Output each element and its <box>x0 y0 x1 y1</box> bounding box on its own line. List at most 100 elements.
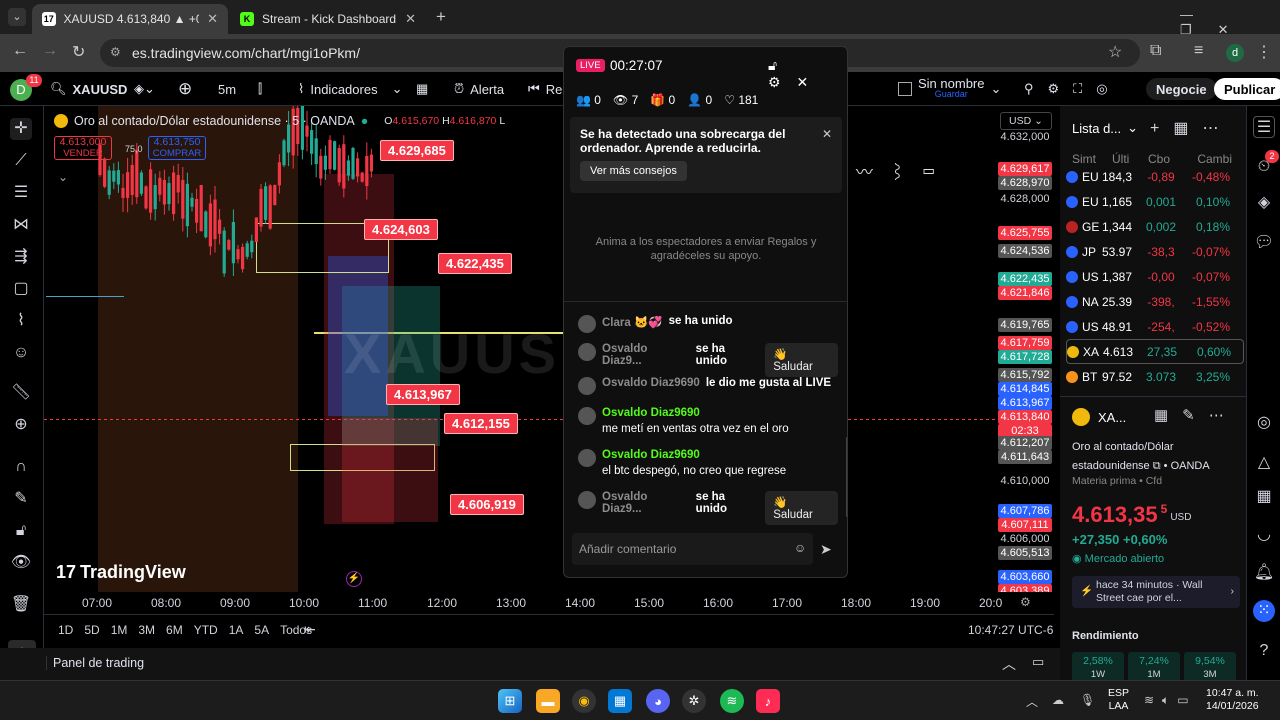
lightning-icon[interactable]: ⚡ <box>346 571 362 587</box>
start-icon[interactable]: ⊞ <box>498 689 522 713</box>
tab-kick[interactable]: K Stream - Kick Dashboard ✕ <box>230 4 426 34</box>
range-1a[interactable]: 1A <box>229 623 244 637</box>
chart-type-icon[interactable]: ⫿ <box>258 78 262 100</box>
media-icon[interactable]: ≡ <box>1194 42 1203 60</box>
chat-icon[interactable]: 💬︎ <box>1253 232 1275 254</box>
ruler-icon[interactable]: 📏︎ <box>10 382 32 404</box>
magnet-icon[interactable]: ∩ <box>10 456 32 478</box>
chat-username[interactable]: Osvaldo Diaz9690 <box>602 407 789 419</box>
apps-grid-icon[interactable]: ⁙ <box>1253 600 1275 622</box>
publish-button[interactable]: Publicar <box>1214 78 1280 100</box>
price-annotation[interactable]: 4.622,435 <box>438 253 512 274</box>
templates-icon[interactable]: ▦ <box>416 78 428 100</box>
close-icon[interactable]: ✕ <box>405 11 416 27</box>
range-ytd[interactable]: YTD <box>194 623 218 637</box>
close-icon[interactable]: ✕ <box>822 127 832 141</box>
chevron-up-icon[interactable]: ︿ <box>1002 654 1016 674</box>
greet-button[interactable]: 👋 Saludar <box>765 491 838 525</box>
watchlist-row[interactable]: EU 1,165 0,001 0,10% <box>1066 189 1244 214</box>
range-1d[interactable]: 1D <box>58 623 73 637</box>
range-1m[interactable]: 1M <box>111 623 128 637</box>
comment-input[interactable]: Añadir comentario ☺ <box>572 533 813 565</box>
tab-search-button[interactable]: ⌄ <box>8 8 26 26</box>
details-actions[interactable]: ▦✎⋯ <box>1154 406 1238 424</box>
greet-button[interactable]: 👋 Saludar <box>765 343 838 377</box>
watchlist-row[interactable]: US 1,387 -0,00 -0,07% <box>1066 264 1244 289</box>
indicators-button[interactable]: ⌇ Indicadores ⌄ <box>298 78 402 100</box>
menu-icon[interactable]: ⋮ <box>1256 42 1272 62</box>
lock-icon[interactable]: 🔓︎ <box>10 520 32 542</box>
file-explorer-icon[interactable]: ▬ <box>536 689 560 713</box>
sell-button[interactable]: 4.613,000 VENDER <box>54 136 112 160</box>
interval-selector[interactable]: 5m <box>218 78 236 100</box>
collapse-chevron-icon[interactable]: ⌄ <box>58 170 74 186</box>
trendline-icon[interactable]: ⟋ <box>10 150 32 172</box>
time-axis[interactable]: 07:00 08:00 09:00 10:00 11:00 12:00 13:00 14:00… <box>44 592 1054 614</box>
target-icon[interactable]: ◎ <box>1253 412 1275 434</box>
chrome-icon[interactable]: ◉ <box>572 689 596 713</box>
news-card[interactable]: ⚡ hace 34 minutos · Wall Street cae por e… <box>1072 576 1240 608</box>
range-3m[interactable]: 3M <box>138 623 155 637</box>
chat-username[interactable]: Osvaldo Diaz9690 <box>602 377 700 389</box>
maximize-icon[interactable]: ▭ <box>1032 654 1044 670</box>
new-tab-button[interactable]: + <box>436 7 446 27</box>
range-6m[interactable]: 6M <box>166 623 183 637</box>
bell-icon[interactable]: 🔔︎ <box>1253 562 1275 584</box>
ideas-icon[interactable]: △ <box>1253 452 1275 474</box>
back-icon[interactable]: ← <box>12 42 28 60</box>
tab-tradingview[interactable]: 17 XAUUSD 4.613,840 ▲ +0.61% S ✕ <box>32 4 228 34</box>
bookmark-star-icon[interactable]: ☆ <box>1108 42 1122 62</box>
calendar-icon[interactable]: ▦ <box>1253 486 1275 508</box>
more-tips-button[interactable]: Ver más consejos <box>580 161 687 181</box>
zoom-icon[interactable]: ⊕ <box>10 414 32 436</box>
reload-icon[interactable]: ↻ <box>72 42 85 62</box>
emoji-icon[interactable]: ☺ <box>794 541 806 555</box>
watchlist-row[interactable]: XA 4.613 27,35 0,60% <box>1066 339 1244 364</box>
add-symbol-button[interactable]: ⊕ <box>178 78 192 100</box>
watchlist-row[interactable]: BT 97.52 3.073 3,25% <box>1066 364 1244 389</box>
crosshair-icon[interactable]: ✛ <box>10 118 32 140</box>
symbol-search[interactable]: 🔍︎ XAUUSD <box>50 78 127 100</box>
language-indicator[interactable]: ESP LAA <box>1108 687 1129 713</box>
eye-icon[interactable]: 👁︎ <box>10 552 32 574</box>
streams-icon[interactable]: ◡ <box>1253 524 1275 546</box>
cloud-icon[interactable]: ☁ <box>1052 693 1064 707</box>
pattern-icon[interactable]: ⋈ <box>10 214 32 236</box>
compare-button[interactable]: ◈⌄ <box>134 78 155 100</box>
extensions-icon[interactable]: ⧉ <box>1150 42 1161 60</box>
overlay-actions[interactable]: 🔓︎⚙✕ <box>768 57 847 91</box>
trash-icon[interactable]: 🗑︎ <box>10 594 32 616</box>
watchlist-row[interactable]: NA 25.39 -398, -1,55% <box>1066 289 1244 314</box>
price-annotation[interactable]: 4.613,967 <box>386 384 460 405</box>
draw-mode-icon[interactable]: ✎ <box>10 488 32 510</box>
trade-button[interactable]: Negocie <box>1146 78 1217 100</box>
emoji-icon[interactable]: ☺ <box>10 342 32 364</box>
close-icon[interactable]: ✕ <box>207 11 218 27</box>
send-icon[interactable]: ➤ <box>820 541 832 558</box>
details-symbol[interactable]: XA... <box>1098 410 1126 425</box>
chatgpt-icon[interactable]: ✲ <box>682 689 706 713</box>
watchlist-icon[interactable]: ☰ <box>1253 116 1275 138</box>
watchlist-row[interactable]: JP 53.97 -38,3 -0,07% <box>1066 239 1244 264</box>
chat-username[interactable]: Osvaldo Diaz9690 <box>602 449 786 461</box>
range-5d[interactable]: 5D <box>84 623 99 637</box>
shapes-icon[interactable]: ▢ <box>10 278 32 300</box>
price-annotation[interactable]: 4.624,603 <box>364 219 438 240</box>
chart-area[interactable]: XAUUSD Oro al contado/Dólar estadouniden… <box>44 106 1054 592</box>
mic-icon[interactable]: 🎙︎ <box>1080 693 1095 707</box>
watchlist-title[interactable]: Lista d... ⌄ <box>1072 120 1138 136</box>
clock[interactable]: 10:47 a. m. 14/01/2026 <box>1206 687 1259 713</box>
help-icon[interactable]: ? <box>1253 640 1275 662</box>
settings-gear-icon[interactable]: ⚙ <box>1020 595 1031 609</box>
alert-button[interactable]: ⏰︎ Alerta <box>454 78 504 100</box>
currency-selector[interactable]: USD ⌄ <box>1000 112 1052 130</box>
discord-icon[interactable]: ◕ <box>646 689 670 713</box>
price-annotation[interactable]: 4.629,685 <box>380 140 454 161</box>
watchlist-row[interactable]: US 48.91 -254, -0,52% <box>1066 314 1244 339</box>
profile-avatar[interactable]: d <box>1226 44 1244 62</box>
price-annotation[interactable]: 4.612,155 <box>444 413 518 434</box>
chat-username[interactable]: Osvaldo Diaz9... <box>602 343 690 367</box>
watchlist-row[interactable]: EU 184,3 -0,89 -0,48% <box>1066 164 1244 189</box>
chat-username[interactable]: Osvaldo Diaz9... <box>602 491 690 515</box>
calendar-range-icon[interactable]: ⇤ <box>304 621 316 638</box>
